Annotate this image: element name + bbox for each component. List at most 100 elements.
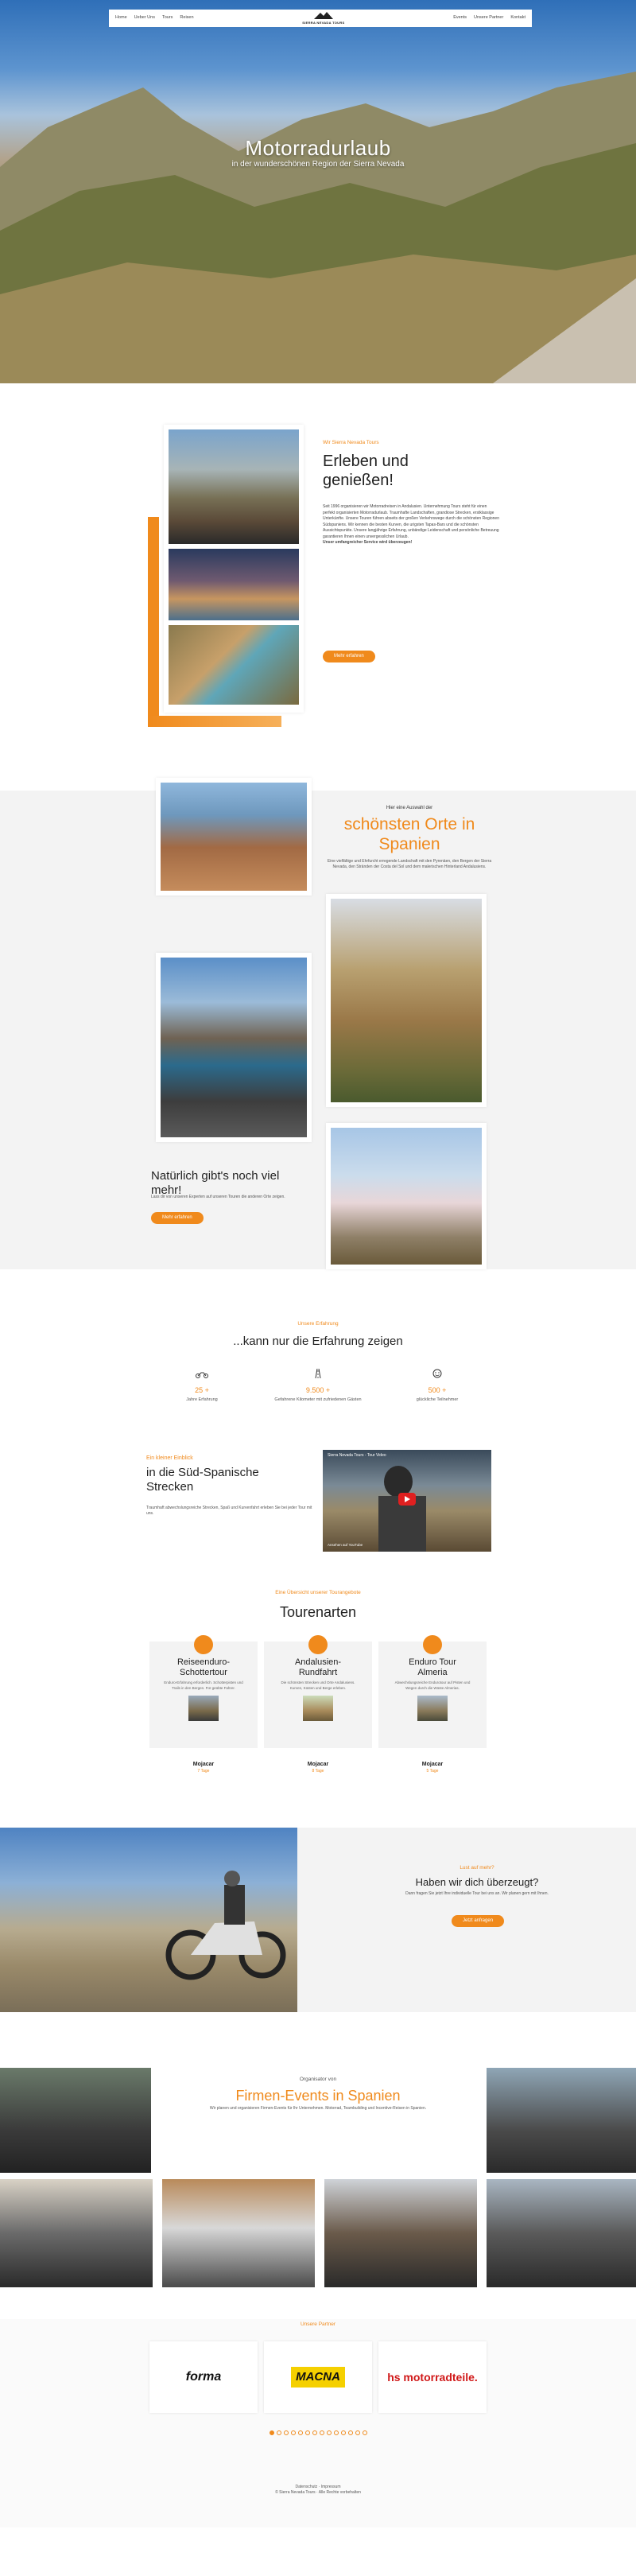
video-section: Ein kleiner Einblick in die Süd-Spanisch… (0, 1450, 636, 1573)
event-photo (487, 2068, 636, 2173)
tour-badge-icon (308, 1635, 328, 1654)
intro-title-line2: genießen! (323, 472, 394, 489)
nav-link-events[interactable]: Events (453, 15, 467, 21)
cta-description: Dann fragen Sie jetzt Ihre individuelle … (405, 1891, 549, 1896)
place-card-coast (156, 778, 312, 896)
tour-name: Schottertour (180, 1667, 227, 1677)
carousel-dot[interactable] (319, 2430, 324, 2435)
carousel-dot[interactable] (340, 2430, 346, 2435)
accent-bar (148, 517, 159, 716)
place-card-blossom (326, 1123, 487, 1269)
tour-photo (188, 1695, 219, 1721)
tours-lead: Eine Übersicht unserer Tourangebote (275, 1590, 361, 1595)
nav-link-home[interactable]: Home (115, 15, 127, 21)
partner-logo-forma[interactable]: forma (149, 2341, 258, 2413)
rider-desert-photo (0, 1828, 297, 2012)
nav-link-reisen[interactable]: Reisen (180, 15, 193, 21)
tour-card[interactable]: Andalusien- Rundfahrt Die schönsten Strec… (264, 1635, 372, 1748)
places-title: schönsten Orte in Spanien (326, 814, 493, 854)
places-title-line1: schönsten Orte in (343, 815, 475, 833)
places-title-line2: Spanien (378, 835, 440, 854)
motorcycle-icon (138, 1366, 266, 1382)
road-icon (254, 1366, 382, 1382)
nav-link-partner[interactable]: Unsere Partner (474, 15, 503, 21)
carousel-dot[interactable] (297, 2430, 303, 2435)
intro-more-button[interactable]: Mehr erfahren (323, 651, 375, 662)
accent-bar (148, 716, 281, 727)
site-logo[interactable]: SIERRA NEVADA TOURS (300, 11, 347, 25)
tour-location: Mojacar (421, 1762, 444, 1767)
carousel-dot[interactable] (283, 2430, 289, 2435)
carousel-dot[interactable] (355, 2430, 360, 2435)
carousel-dot[interactable] (326, 2430, 332, 2435)
carousel-dots (0, 2430, 636, 2438)
carousel-dot[interactable] (333, 2430, 339, 2435)
intro-title-line1: Erleben und (323, 453, 409, 470)
partner-logo-hs[interactable]: hs motorradteile. (378, 2341, 487, 2413)
carousel-dot[interactable] (362, 2430, 367, 2435)
footer-copyright: © Sierra Nevada Tours · Alle Rechte vorb… (275, 2490, 361, 2496)
nav-link-kontakt[interactable]: Kontakt (510, 15, 525, 21)
motorcycle-photo (169, 429, 299, 544)
tour-name: Reiseenduro- (176, 1657, 231, 1667)
carousel-dot[interactable] (290, 2430, 296, 2435)
partner-name: hs motorradteile. (387, 2370, 478, 2384)
video-title: in die Süd-Spanische Strecken (146, 1466, 305, 1494)
tour-photo (417, 1695, 448, 1721)
nav-link-ueber-uns[interactable]: Ueber Uns (134, 15, 155, 21)
youtube-link[interactable]: Ansehen auf YouTube (328, 1543, 363, 1548)
partner-name: forma (185, 2370, 222, 2384)
cta-title: Haben wir dich überzeugt? (415, 1876, 539, 1888)
intro-paragraph: Seit 1996 organisieren wir Motorradreise… (323, 504, 499, 546)
carousel-dot[interactable] (312, 2430, 317, 2435)
carousel-dot[interactable] (304, 2430, 310, 2435)
carousel-dot[interactable] (269, 2430, 274, 2435)
event-photo (324, 2179, 477, 2287)
tour-name: Almeria (417, 1667, 448, 1677)
partner-name: MACNA (291, 2367, 345, 2388)
tour-card[interactable]: Reiseenduro- Schottertour Enduro-Erfahrun… (149, 1635, 258, 1748)
cta-request-button[interactable]: Jetzt anfragen (452, 1915, 505, 1927)
smile-icon (374, 1366, 501, 1382)
stat-years: 25 + Jahre Erfahrung (138, 1366, 266, 1404)
stat-label: Gefahrene Kilometer mit zufriedenen Gäst… (274, 1397, 362, 1403)
almond-blossom-photo (331, 1128, 482, 1265)
events-section: Organisator von Firmen-Events in Spanien… (0, 2068, 636, 2319)
event-photo (0, 2179, 153, 2287)
carousel-dot[interactable] (276, 2430, 281, 2435)
beach-photo (161, 958, 307, 1137)
video-player-title: Sierra Nevada Tours - Tour Video (328, 1453, 386, 1458)
tour-duration: 7 Tage (197, 1769, 210, 1774)
mountain-logo-icon (313, 12, 333, 20)
video-player[interactable]: Sierra Nevada Tours - Tour Video Ansehen… (323, 1450, 491, 1552)
site-footer: Datenschutz · Impressum © Sierra Nevada … (0, 2485, 636, 2496)
events-title: Firmen-Events in Spanien (235, 2088, 401, 2104)
carousel-dot[interactable] (347, 2430, 353, 2435)
video-description: Traumhaft abwechslungsreiche Strecken, S… (146, 1506, 312, 1517)
partner-logo-macna[interactable]: MACNA (264, 2341, 372, 2413)
tour-card[interactable]: Enduro Tour Almeria Abwechslungsreiche En… (378, 1635, 487, 1748)
stat-value: 25 + (195, 1386, 209, 1395)
nav-link-tours[interactable]: Tours (162, 15, 173, 21)
places-more-subtitle: Lass dir von unseren Experten auf unsere… (151, 1195, 285, 1199)
tours-title: Tourenarten (279, 1604, 357, 1620)
places-description: Eine vielfältige und Ehrfurcht erregende… (327, 859, 492, 870)
logo-text: SIERRA NEVADA TOURS (302, 21, 345, 25)
places-lead: Hier eine Auswahl der (386, 806, 433, 810)
places-more-button[interactable]: Mehr erfahren (151, 1212, 204, 1224)
play-button-icon[interactable] (398, 1493, 416, 1506)
coast-photo (161, 783, 307, 891)
tour-description: Die schönsten Strecken und Orte Andalusi… (281, 1680, 355, 1690)
intro-title: Erleben und genießen! (323, 452, 409, 490)
stat-participants: 500 + glückliche Teilnehmer (374, 1366, 501, 1404)
tour-name: Andalusien- (294, 1657, 342, 1667)
tour-name: Enduro Tour (409, 1657, 456, 1667)
stat-value: 500 + (428, 1386, 447, 1395)
video-title-line2: Strecken (146, 1480, 194, 1494)
intro-section: Wir Sierra Nevada Tours Erleben und geni… (0, 383, 636, 791)
tour-description: Abwechslungsreiche Endurotour auf Pisten… (394, 1680, 471, 1690)
event-photo (162, 2179, 315, 2287)
experience-section: Unsere Erfahrung ...kann nur die Erfahru… (0, 1269, 636, 1455)
hero-subtitle: in der wunderschönen Region der Sierra N… (231, 160, 405, 169)
places-more-title: Natürlich gibt's noch viel mehr! (151, 1169, 310, 1198)
